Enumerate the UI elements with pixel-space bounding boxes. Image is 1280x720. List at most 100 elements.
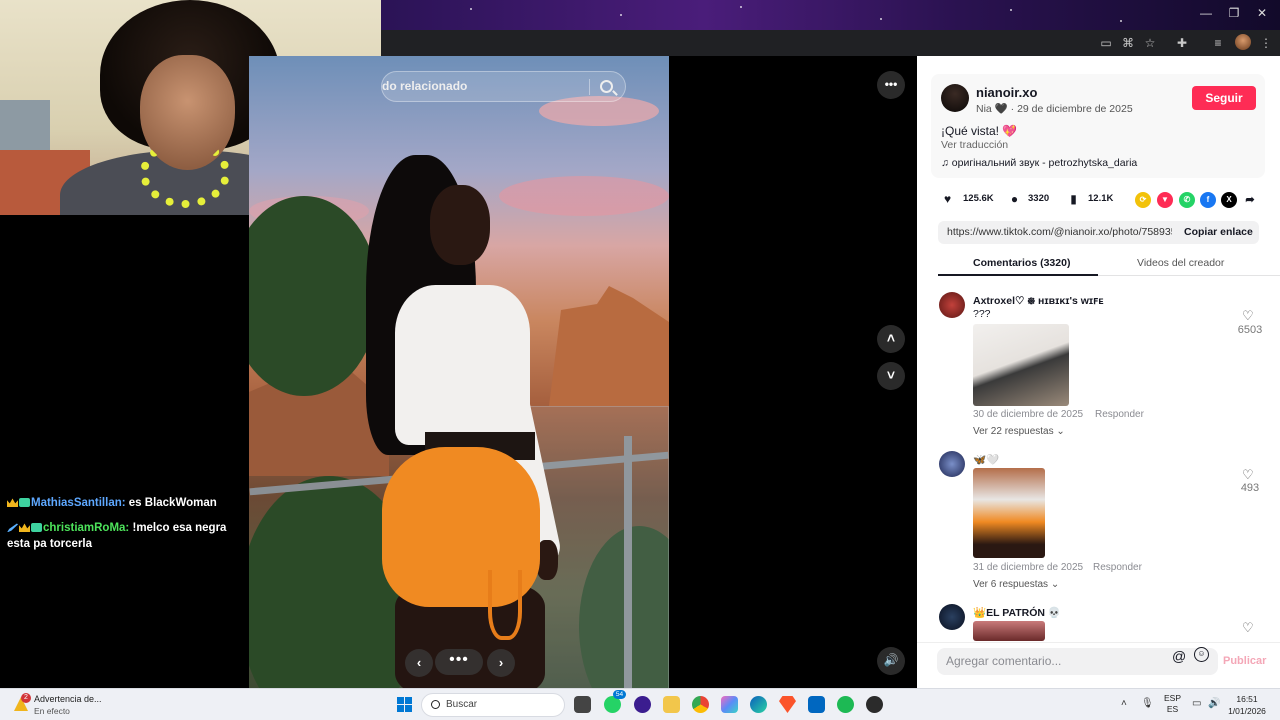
comment-like-icon[interactable]: ♡ (1242, 620, 1254, 636)
author-name[interactable]: nianoir.xo (976, 85, 1037, 100)
search-icon[interactable] (600, 80, 613, 93)
reply-button[interactable]: Responder (1093, 562, 1142, 573)
minimize-button[interactable]: — (1196, 6, 1216, 20)
photo-dots-indicator[interactable]: ••• (435, 649, 483, 675)
view-replies-link[interactable]: Ver 22 respuestas ⌄ (973, 426, 1065, 437)
author-avatar[interactable] (941, 84, 969, 112)
publish-button[interactable]: Publicar (1223, 655, 1266, 667)
translate-icon[interactable]: ⌘ (1120, 35, 1136, 51)
commenter-avatar[interactable] (939, 604, 965, 630)
brave-icon[interactable] (779, 696, 796, 713)
save-count: 12.1K (1088, 193, 1114, 204)
reply-button[interactable]: Responder (1095, 409, 1144, 420)
emoji-icon[interactable]: ☺ (1194, 647, 1209, 662)
comment-date: 30 de diciembre de 2025 (973, 409, 1084, 420)
browser-toolbar: ▭ ⌘ ☆ ✚ ≡ ⋮ (381, 30, 1280, 56)
language-indicator[interactable]: ESP ES (1164, 693, 1181, 715)
comment-image[interactable] (973, 324, 1069, 406)
chrome-icon[interactable] (692, 696, 709, 713)
whatsapp-icon[interactable]: ✆ (1179, 192, 1195, 208)
stream-chat (0, 215, 249, 688)
warning-title[interactable]: Advertencia de... (34, 694, 102, 704)
tab-creator-videos[interactable]: Videos del creador (1137, 257, 1224, 269)
view-replies-link[interactable]: Ver 6 respuestas ⌄ (973, 579, 1059, 590)
more-options-button[interactable]: ••• (877, 71, 905, 99)
commenter-avatar[interactable] (939, 292, 965, 318)
maximize-button[interactable]: ❐ (1224, 6, 1244, 20)
store-icon[interactable] (808, 696, 825, 713)
obs-icon[interactable] (866, 696, 883, 713)
screen: — ❐ ✕ ▭ ⌘ ☆ ✚ ≡ ⋮ MathiasSantillan: es B… (0, 0, 1280, 720)
chat-message: christiamRoMa: !melco esa negra esta pa … (7, 522, 227, 550)
post-detail-panel: nianoir.xo Nia 🖤 · 29 de diciembre de 20… (917, 56, 1280, 688)
crown-badge-icon (19, 523, 30, 533)
start-button[interactable] (397, 697, 412, 712)
taskbar-search[interactable]: Buscar (421, 693, 565, 717)
panel-tabs: Comentarios (3320) Videos del creador (938, 254, 1280, 276)
menu-kebab-icon[interactable]: ⋮ (1258, 35, 1274, 51)
related-search-bar[interactable]: do relacionado (381, 71, 626, 102)
system-clock[interactable]: 16:51 1/01/2026 (1224, 693, 1270, 717)
tab-comments[interactable]: Comentarios (3320) (973, 257, 1070, 269)
file-explorer-icon[interactable] (663, 696, 680, 713)
author-meta: Nia 🖤 · 29 de diciembre de 2025 (976, 103, 1133, 115)
x-icon[interactable]: X (1221, 192, 1237, 208)
comment-date: 31 de diciembre de 2025 (973, 562, 1084, 573)
close-window-button[interactable]: ✕ (1252, 6, 1272, 20)
search-icon (431, 700, 440, 709)
heart-icon[interactable]: ♥ (941, 193, 954, 206)
task-view-icon[interactable] (574, 696, 591, 713)
prev-photo-button[interactable]: ‹ (405, 649, 433, 677)
facebook-icon[interactable]: f (1200, 192, 1216, 208)
comment-like-icon[interactable]: ♡ (1242, 308, 1254, 324)
comment-icon[interactable]: ● (1008, 193, 1021, 206)
commenter-name[interactable]: 🦋🤍 (973, 453, 999, 466)
share-arrow-icon[interactable]: ➦ (1242, 192, 1258, 208)
copy-link-button[interactable]: Copiar enlace (1184, 226, 1253, 238)
post-link-box: https://www.tiktok.com/@nianoir.xo/photo… (938, 221, 1259, 244)
follow-button[interactable]: Seguir (1192, 86, 1256, 110)
comment-count: 3320 (1028, 193, 1050, 204)
comment-image[interactable] (973, 468, 1045, 558)
spotify-icon[interactable] (837, 696, 854, 713)
comment-text: ??? (973, 308, 991, 320)
tray-chevron-icon[interactable]: ˄ (1121, 698, 1127, 709)
next-photo-button[interactable]: › (487, 649, 515, 677)
bookmark-icon[interactable]: ▮ (1067, 193, 1080, 206)
next-post-button[interactable]: ˅ (877, 362, 905, 390)
media-icon[interactable]: ≡ (1210, 35, 1226, 51)
commenter-name[interactable]: Axtroxel♡ ᪥ ʜɪʙɪᴋɪ's ᴡɪꜰᴇ (973, 294, 1104, 310)
cast-icon[interactable]: ▭ (1098, 35, 1114, 51)
comment-image[interactable] (973, 621, 1045, 641)
profile-avatar[interactable] (1235, 34, 1251, 50)
microphone-icon[interactable]: 🎙 (1141, 698, 1154, 709)
post-header: nianoir.xo Nia 🖤 · 29 de diciembre de 20… (931, 74, 1265, 178)
post-caption: ¡Qué vista! 💖 (941, 124, 1018, 138)
sound-link[interactable]: ♫ оригінальний звук - petrozhytska_daria (941, 157, 1137, 169)
chevron-down-icon: ⌄ (1050, 579, 1060, 590)
send-icon[interactable]: ▼ (1157, 192, 1173, 208)
music-note-icon: ♫ (941, 157, 949, 169)
volume-tray-icon[interactable]: 🔊 (1208, 698, 1220, 709)
prev-post-button[interactable]: ˄ (877, 325, 905, 353)
commenter-avatar[interactable] (939, 451, 965, 477)
bookmark-star-icon[interactable]: ☆ (1142, 35, 1158, 51)
extensions-icon[interactable]: ✚ (1174, 35, 1190, 51)
copilot-icon[interactable] (721, 696, 738, 713)
repost-icon[interactable]: ⟳ (1135, 192, 1151, 208)
post-url[interactable]: https://www.tiktok.com/@nianoir.xo/photo… (947, 226, 1172, 238)
warning-count-badge: 2 (21, 693, 31, 703)
commenter-name[interactable]: 👑EL PATRÓN 💀 (973, 606, 1061, 619)
comment-like-icon[interactable]: ♡ (1242, 467, 1254, 483)
comment-like-count: 493 (1240, 482, 1260, 494)
chevron-down-icon: ⌄ (1056, 426, 1065, 437)
see-translation-link[interactable]: Ver traducción (941, 139, 1008, 151)
comment-like-count: 6503 (1237, 324, 1263, 336)
app-circle-icon[interactable] (634, 696, 651, 713)
edge-icon[interactable] (750, 696, 767, 713)
mention-icon[interactable]: @ (1172, 648, 1186, 664)
network-icon[interactable]: ▭ (1192, 698, 1201, 709)
volume-button[interactable]: 🔊 (877, 647, 905, 675)
crown-badge-icon (7, 498, 18, 508)
windows-taskbar: 2 Advertencia de... En efecto Buscar 54 … (0, 688, 1280, 720)
